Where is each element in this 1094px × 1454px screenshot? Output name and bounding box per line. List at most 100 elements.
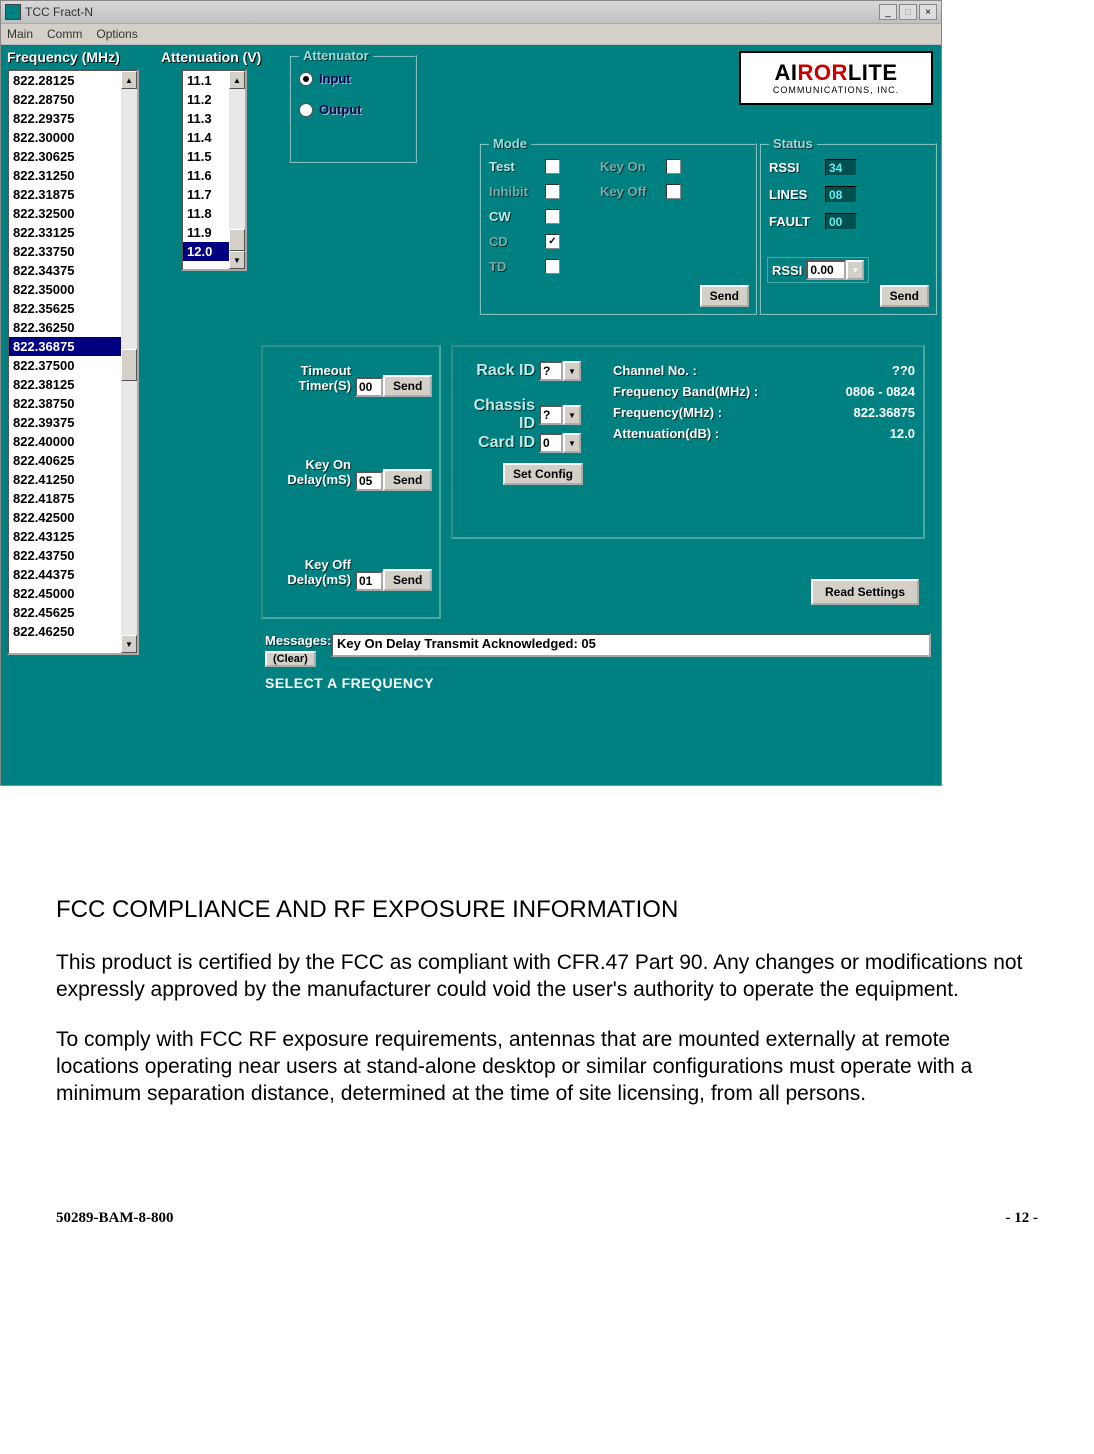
atten-scrollbar[interactable]: ▲ ▼ (229, 71, 245, 269)
keyoff-send-button[interactable]: Send (383, 569, 432, 591)
frequency-listbox[interactable]: 822.28125822.28750822.29375822.30000822.… (7, 69, 139, 655)
chevron-down-icon[interactable]: ▼ (846, 260, 864, 280)
status-send-button[interactable]: Send (880, 285, 929, 307)
frequency-item[interactable]: 822.40000 (9, 432, 137, 451)
checkbox-icon[interactable] (545, 234, 560, 249)
checkbox-icon[interactable] (545, 259, 560, 274)
frequency-item[interactable]: 822.38750 (9, 394, 137, 413)
frequency-item[interactable]: 822.45000 (9, 584, 137, 603)
frequency-item[interactable]: 822.44375 (9, 565, 137, 584)
chevron-down-icon[interactable]: ▼ (563, 433, 581, 453)
keyoff-input[interactable]: 01 (355, 571, 383, 591)
frequency-item[interactable]: 822.46250 (9, 622, 137, 641)
set-config-button[interactable]: Set Config (503, 463, 583, 485)
frequency-item[interactable]: 822.42500 (9, 508, 137, 527)
frequency-item[interactable]: 822.33750 (9, 242, 137, 261)
frequency-item[interactable]: 822.40625 (9, 451, 137, 470)
page-footer: 50289-BAM-8-800 - 12 - (0, 1130, 1094, 1247)
read-settings-button[interactable]: Read Settings (811, 579, 919, 605)
mode-group: Mode Test Inhibit CW CD TD Key On Key Of… (479, 143, 757, 315)
frequency-item[interactable]: 822.38125 (9, 375, 137, 394)
mode-test[interactable]: Test (489, 159, 560, 174)
card-id-dropdown[interactable]: 0▼ (539, 433, 581, 453)
checkbox-icon[interactable] (666, 159, 681, 174)
status-group: Status RSSI34 LINES08 FAULT00 RSSI 0.00 … (759, 143, 937, 315)
attenuation-listbox[interactable]: 11.111.211.311.411.511.611.711.811.912.0… (181, 69, 247, 271)
menubar: Main Comm Options (1, 24, 941, 45)
rssi-value: 34 (825, 159, 857, 176)
close-button[interactable]: × (919, 4, 937, 20)
attenuator-output-radio[interactable]: Output (299, 102, 407, 117)
menu-options[interactable]: Options (96, 27, 137, 41)
frequency-item[interactable]: 822.36250 (9, 318, 137, 337)
messages-label: Messages: (265, 633, 331, 648)
footer-left: 50289-BAM-8-800 (56, 1210, 173, 1227)
chevron-down-icon[interactable]: ▼ (563, 361, 581, 381)
scroll-thumb[interactable] (121, 349, 137, 381)
lines-value: 08 (825, 186, 857, 203)
config-panel: Rack ID ?▼ Chassis ID ?▼ Card ID 0▼ Set … (451, 345, 925, 539)
frequency-item[interactable]: 822.43750 (9, 546, 137, 565)
frequency-item[interactable]: 822.31875 (9, 185, 137, 204)
status-legend: Status (769, 136, 817, 151)
checkbox-icon[interactable] (545, 184, 560, 199)
checkbox-icon[interactable] (666, 184, 681, 199)
attenuation-label: Attenuation (V) (161, 49, 261, 65)
keyon-send-button[interactable]: Send (383, 469, 432, 491)
frequency-item[interactable]: 822.35000 (9, 280, 137, 299)
frequency-item[interactable]: 822.31250 (9, 166, 137, 185)
mode-legend: Mode (489, 136, 531, 151)
frequency-item[interactable]: 822.35625 (9, 299, 137, 318)
mode-cw[interactable]: CW (489, 209, 560, 224)
freq-scrollbar[interactable]: ▲ ▼ (121, 71, 137, 653)
frequency-item[interactable]: 822.30625 (9, 147, 137, 166)
mode-send-button[interactable]: Send (700, 285, 749, 307)
frequency-item[interactable]: 822.28750 (9, 90, 137, 109)
rssi-dropdown[interactable]: 0.00 ▼ (806, 260, 864, 280)
checkbox-icon[interactable] (545, 159, 560, 174)
frequency-item[interactable]: 822.39375 (9, 413, 137, 432)
frequency-item[interactable]: 822.41250 (9, 470, 137, 489)
checkbox-icon[interactable] (545, 209, 560, 224)
keyon-input[interactable]: 05 (355, 471, 383, 491)
minimize-button[interactable]: _ (879, 4, 897, 20)
mode-cd[interactable]: CD (489, 234, 560, 249)
frequency-item[interactable]: 822.43125 (9, 527, 137, 546)
frequency-item[interactable]: 822.33125 (9, 223, 137, 242)
scroll-down-icon[interactable]: ▼ (229, 251, 245, 269)
timeout-input[interactable]: 00 (355, 377, 383, 397)
scroll-up-icon[interactable]: ▲ (121, 71, 137, 89)
frequency-item[interactable]: 822.37500 (9, 356, 137, 375)
attenuator-group: Attenuator Input Output (289, 55, 417, 163)
menu-comm[interactable]: Comm (47, 27, 82, 41)
frequency-item[interactable]: 822.34375 (9, 261, 137, 280)
menu-main[interactable]: Main (7, 27, 33, 41)
scroll-thumb[interactable] (229, 229, 245, 251)
fault-value: 00 (825, 213, 857, 230)
client-area: Frequency (MHz) 822.28125822.28750822.29… (1, 45, 941, 785)
mode-td[interactable]: TD (489, 259, 560, 274)
rack-id-dropdown[interactable]: ?▼ (539, 361, 581, 381)
frequency-item[interactable]: 822.30000 (9, 128, 137, 147)
frequency-item[interactable]: 822.32500 (9, 204, 137, 223)
frequency-item[interactable]: 822.36875 (9, 337, 137, 356)
mode-keyon[interactable]: Key On (600, 159, 681, 174)
attenuator-input-radio[interactable]: Input (299, 71, 407, 86)
frequency-item[interactable]: 822.29375 (9, 109, 137, 128)
chevron-down-icon[interactable]: ▼ (563, 405, 581, 425)
frequency-item[interactable]: 822.45625 (9, 603, 137, 622)
footer-right: - 12 - (1006, 1210, 1039, 1227)
mode-keyoff[interactable]: Key Off (600, 184, 681, 199)
mode-inhibit[interactable]: Inhibit (489, 184, 560, 199)
maximize-button[interactable]: □ (899, 4, 917, 20)
attenuator-legend: Attenuator (299, 48, 373, 63)
chassis-id-dropdown[interactable]: ?▼ (539, 405, 581, 425)
frequency-item[interactable]: 822.41875 (9, 489, 137, 508)
frequency-label: Frequency (MHz) (7, 49, 120, 65)
messages-clear-button[interactable]: (Clear) (265, 651, 316, 667)
doc-paragraph-1: This product is certified by the FCC as … (56, 949, 1038, 1004)
scroll-down-icon[interactable]: ▼ (121, 635, 137, 653)
scroll-up-icon[interactable]: ▲ (229, 71, 245, 89)
timeout-send-button[interactable]: Send (383, 375, 432, 397)
frequency-item[interactable]: 822.28125 (9, 71, 137, 90)
